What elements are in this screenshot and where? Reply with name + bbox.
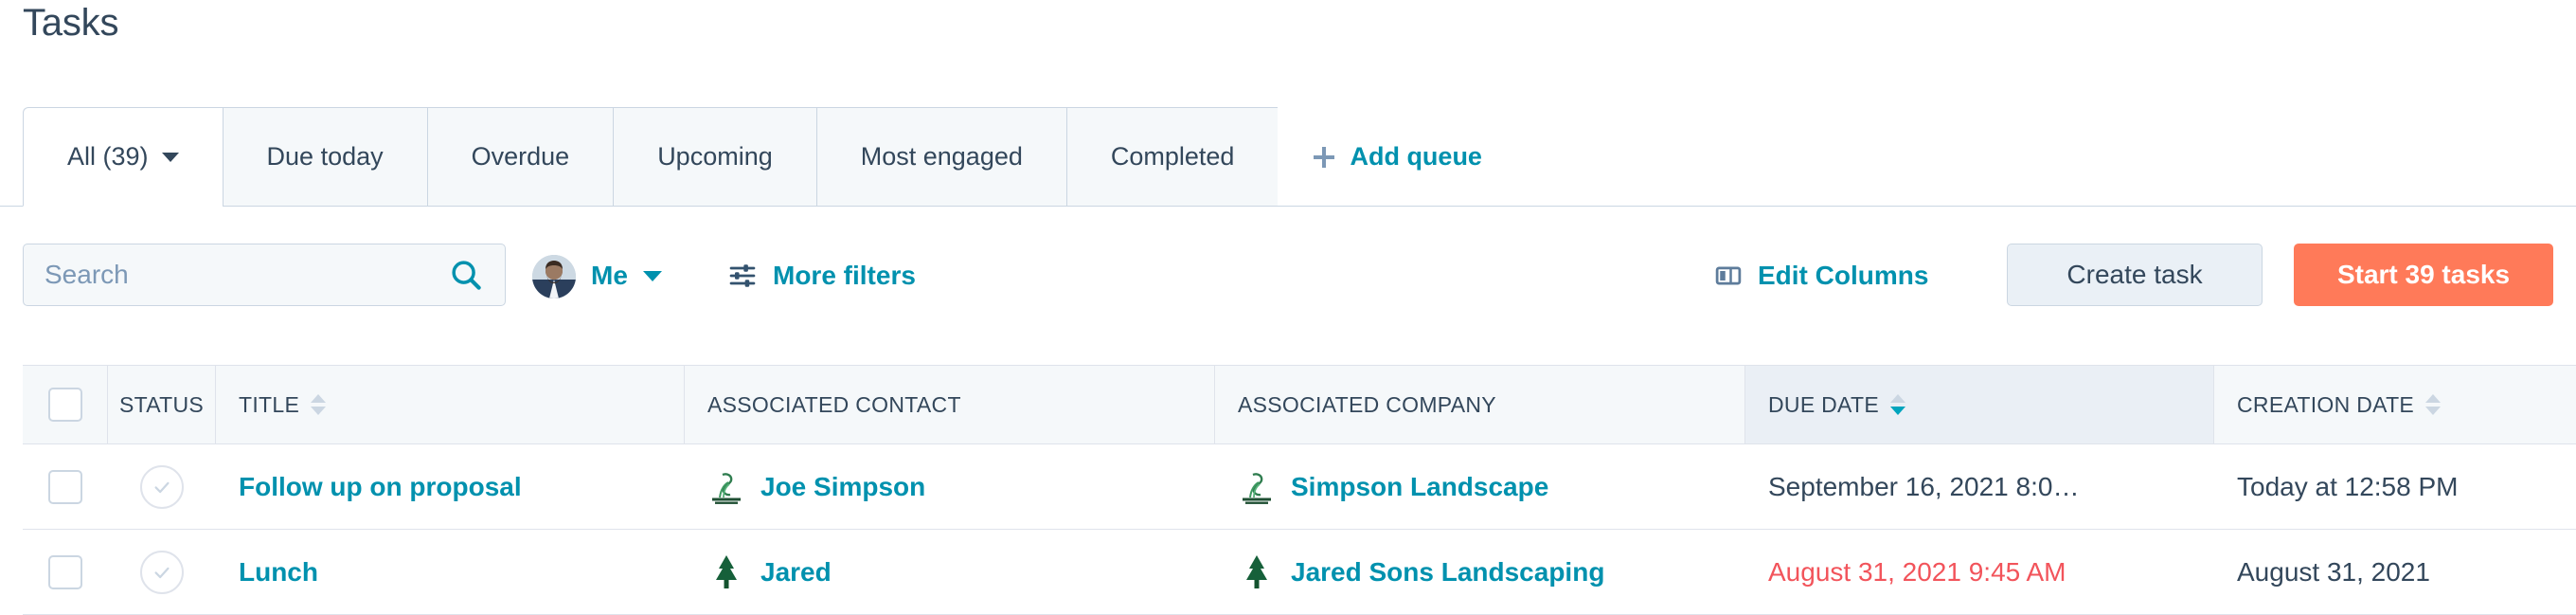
tasks-toolbar: Me More filters Edit Columns Create task… bbox=[0, 232, 2576, 341]
tab-all[interactable]: All (39) bbox=[23, 107, 223, 207]
task-complete-toggle-icon[interactable] bbox=[140, 464, 184, 509]
add-queue-button[interactable]: Add queue bbox=[1278, 107, 1511, 207]
simpson-landscape-logo bbox=[1238, 467, 1276, 506]
row-title-cell[interactable]: Lunch bbox=[216, 530, 685, 614]
queue-tabbar: All (39) Due today Overdue Upcoming Most… bbox=[23, 107, 1511, 207]
sort-icon-due-date[interactable] bbox=[1889, 394, 1905, 415]
filters-icon bbox=[729, 264, 756, 287]
select-all-checkbox[interactable] bbox=[47, 388, 82, 422]
creation-date-value: Today at 12:58 PM bbox=[2237, 471, 2459, 501]
row-checkbox[interactable] bbox=[48, 554, 82, 589]
task-complete-toggle-icon[interactable] bbox=[140, 550, 184, 594]
row-contact-cell[interactable]: Jared bbox=[685, 530, 1215, 614]
table-row[interactable]: Follow up on proposal Joe Simpson Simpso… bbox=[23, 444, 2576, 530]
evergreen-logo bbox=[707, 552, 745, 591]
row-company-cell[interactable]: Simpson Landscape bbox=[1215, 444, 1745, 529]
owner-filter-me[interactable]: Me bbox=[591, 261, 662, 291]
column-header-title-label: TITLE bbox=[239, 391, 300, 417]
more-filters-label: More filters bbox=[773, 261, 916, 290]
evergreen-logo bbox=[1238, 552, 1276, 591]
tab-completed-label: Completed bbox=[1110, 142, 1235, 171]
tab-all-label: All (39) bbox=[67, 142, 149, 171]
search-icon[interactable] bbox=[448, 257, 484, 293]
page-title: Tasks bbox=[23, 2, 119, 44]
column-header-associated-contact-label: ASSOCIATED CONTACT bbox=[707, 391, 961, 417]
column-header-associated-company-label: ASSOCIATED COMPANY bbox=[1238, 391, 1496, 417]
contact-link[interactable]: Jared bbox=[760, 557, 832, 588]
row-select-cell[interactable] bbox=[23, 444, 108, 529]
contact-link[interactable]: Joe Simpson bbox=[760, 472, 925, 502]
column-header-creation-date-label: CREATION DATE bbox=[2237, 391, 2415, 417]
column-header-associated-contact[interactable]: ASSOCIATED CONTACT bbox=[685, 366, 1215, 443]
tabbar-baseline bbox=[0, 206, 2576, 207]
tab-overdue[interactable]: Overdue bbox=[426, 107, 614, 207]
avatar[interactable] bbox=[532, 255, 576, 298]
columns-icon bbox=[1715, 266, 1742, 285]
edit-columns-label: Edit Columns bbox=[1758, 261, 1929, 290]
search-input[interactable] bbox=[24, 260, 448, 290]
task-title-link[interactable]: Lunch bbox=[239, 557, 318, 588]
chevron-down-icon bbox=[161, 152, 179, 162]
column-header-due-date-label: DUE DATE bbox=[1768, 391, 1879, 417]
column-header-creation-date[interactable]: CREATION DATE bbox=[2214, 366, 2576, 443]
row-creation-date-cell: Today at 12:58 PM bbox=[2214, 444, 2576, 529]
column-header-status[interactable]: STATUS bbox=[108, 366, 216, 443]
task-title-link[interactable]: Follow up on proposal bbox=[239, 472, 522, 502]
sort-icon-creation-date[interactable] bbox=[2425, 394, 2442, 415]
column-header-due-date[interactable]: DUE DATE bbox=[1745, 366, 2214, 443]
row-status-cell[interactable] bbox=[108, 444, 216, 529]
row-creation-date-cell: August 31, 2021 bbox=[2214, 530, 2576, 614]
tab-completed[interactable]: Completed bbox=[1065, 107, 1279, 207]
column-header-title[interactable]: TITLE bbox=[216, 366, 685, 443]
tab-overdue-label: Overdue bbox=[471, 142, 570, 171]
simpson-landscape-logo bbox=[707, 467, 745, 506]
search-box[interactable] bbox=[23, 244, 506, 306]
row-due-date-cell: September 16, 2021 8:0… bbox=[1745, 444, 2214, 529]
row-status-cell[interactable] bbox=[108, 530, 216, 614]
table-body: Follow up on proposal Joe Simpson Simpso… bbox=[23, 444, 2576, 615]
tab-due-today[interactable]: Due today bbox=[222, 107, 427, 207]
row-company-cell[interactable]: Jared Sons Landscaping bbox=[1215, 530, 1745, 614]
chevron-down-icon bbox=[642, 270, 662, 281]
start-tasks-button[interactable]: Start 39 tasks bbox=[2294, 244, 2553, 306]
due-date-value: August 31, 2021 9:45 AM bbox=[1768, 556, 2066, 587]
row-title-cell[interactable]: Follow up on proposal bbox=[216, 444, 685, 529]
row-due-date-cell: August 31, 2021 9:45 AM bbox=[1745, 530, 2214, 614]
due-date-value: September 16, 2021 8:0… bbox=[1768, 471, 2080, 501]
owner-filter-label: Me bbox=[591, 261, 628, 290]
column-header-status-label: STATUS bbox=[118, 391, 205, 417]
tab-upcoming[interactable]: Upcoming bbox=[613, 107, 816, 207]
sort-icon-title[interactable] bbox=[311, 394, 327, 415]
select-all-header[interactable] bbox=[23, 366, 108, 443]
row-select-cell[interactable] bbox=[23, 530, 108, 614]
row-contact-cell[interactable]: Joe Simpson bbox=[685, 444, 1215, 529]
tab-most-engaged-label: Most engaged bbox=[860, 142, 1023, 171]
tab-upcoming-label: Upcoming bbox=[657, 142, 773, 171]
table-row[interactable]: Lunch Jared Jared Sons Landscaping Augus… bbox=[23, 530, 2576, 615]
company-link[interactable]: Simpson Landscape bbox=[1291, 472, 1548, 502]
tab-due-today-label: Due today bbox=[266, 142, 384, 171]
tasks-table: STATUS TITLE ASSOCIATED CONTACT ASSOCIAT… bbox=[23, 365, 2576, 615]
company-link[interactable]: Jared Sons Landscaping bbox=[1291, 557, 1604, 588]
more-filters-button[interactable]: More filters bbox=[727, 261, 916, 291]
creation-date-value: August 31, 2021 bbox=[2237, 556, 2430, 587]
table-header-row: STATUS TITLE ASSOCIATED CONTACT ASSOCIAT… bbox=[23, 365, 2576, 444]
create-task-button[interactable]: Create task bbox=[2007, 244, 2263, 306]
row-checkbox[interactable] bbox=[48, 469, 82, 504]
edit-columns-button[interactable]: Edit Columns bbox=[1714, 261, 1928, 291]
column-header-associated-company[interactable]: ASSOCIATED COMPANY bbox=[1215, 366, 1745, 443]
plus-icon bbox=[1314, 146, 1335, 168]
tab-most-engaged[interactable]: Most engaged bbox=[815, 107, 1066, 207]
add-queue-label: Add queue bbox=[1350, 142, 1482, 171]
